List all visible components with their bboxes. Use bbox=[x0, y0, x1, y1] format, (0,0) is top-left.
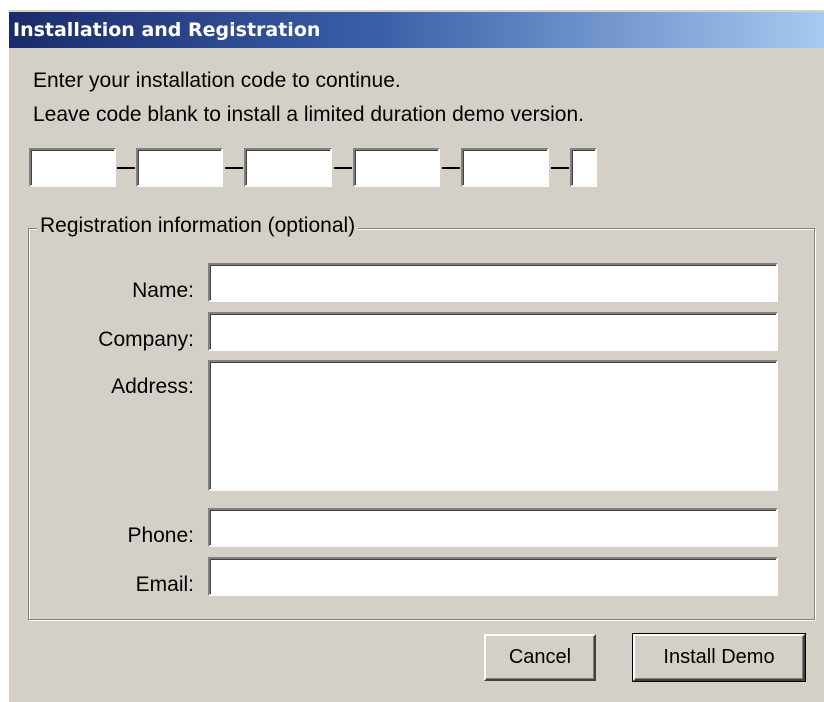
install-code-field-4[interactable] bbox=[353, 148, 440, 187]
title-bar[interactable]: Installation and Registration bbox=[9, 12, 824, 48]
cancel-button-label: Cancel bbox=[508, 646, 572, 668]
code-separator bbox=[551, 167, 569, 169]
code-separator bbox=[117, 167, 135, 169]
name-label: Name: bbox=[132, 279, 194, 302]
address-field[interactable] bbox=[208, 360, 778, 491]
registration-group-legend: Registration information (optional) bbox=[37, 214, 359, 238]
email-field[interactable] bbox=[208, 557, 778, 596]
install-demo-button[interactable]: Install Demo bbox=[632, 633, 806, 682]
install-code-field-6[interactable] bbox=[570, 148, 597, 187]
instruction-line-1: Enter your installation code to continue… bbox=[33, 69, 401, 92]
install-code-field-2[interactable] bbox=[136, 148, 223, 187]
cancel-button[interactable]: Cancel bbox=[484, 634, 596, 681]
company-field[interactable] bbox=[208, 312, 778, 351]
install-code-field-3[interactable] bbox=[244, 148, 332, 187]
install-code-field-5[interactable] bbox=[461, 148, 549, 187]
code-separator bbox=[225, 167, 243, 169]
phone-field[interactable] bbox=[208, 508, 778, 547]
dialog-title: Installation and Registration bbox=[13, 19, 321, 41]
address-label: Address: bbox=[111, 375, 194, 398]
instruction-line-2: Leave code blank to install a limited du… bbox=[33, 103, 584, 126]
installation-dialog: Installation and Registration Enter your… bbox=[9, 10, 824, 702]
email-label: Email: bbox=[135, 573, 194, 596]
company-label: Company: bbox=[98, 328, 194, 351]
code-separator bbox=[442, 167, 460, 169]
phone-label: Phone: bbox=[127, 524, 194, 547]
install-code-field-1[interactable] bbox=[29, 148, 116, 187]
code-separator bbox=[334, 167, 352, 169]
name-field[interactable] bbox=[208, 263, 778, 302]
install-demo-button-label: Install Demo bbox=[663, 646, 775, 668]
